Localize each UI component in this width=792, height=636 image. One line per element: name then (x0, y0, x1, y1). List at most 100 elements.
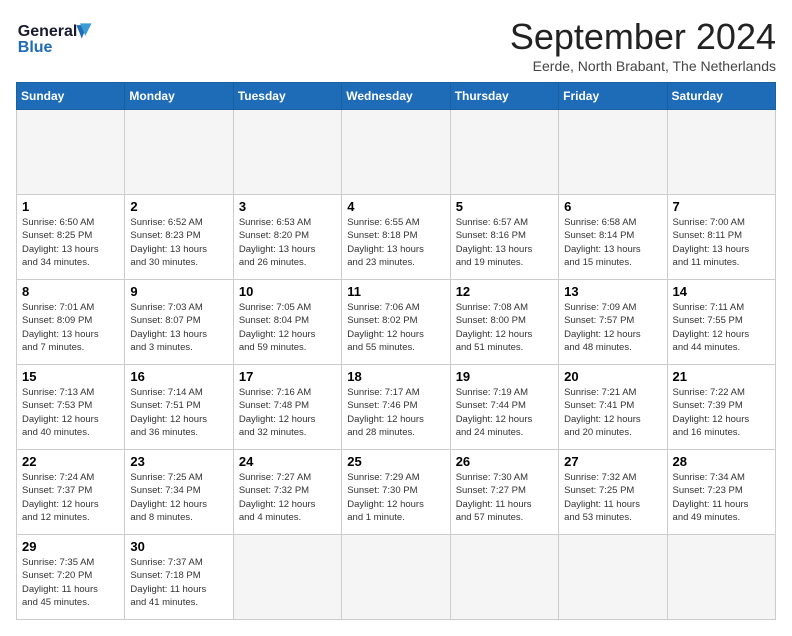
weekday-header-monday: Monday (125, 83, 233, 110)
day-info: Sunrise: 7:00 AM Sunset: 8:11 PM Dayligh… (673, 216, 770, 269)
calendar-cell: 26 Sunrise: 7:30 AM Sunset: 7:27 PM Dayli… (450, 450, 558, 535)
weekday-header-friday: Friday (559, 83, 667, 110)
calendar-cell (450, 535, 558, 620)
day-number: 1 (22, 199, 119, 214)
calendar-cell (233, 535, 341, 620)
day-info: Sunrise: 7:14 AM Sunset: 7:51 PM Dayligh… (130, 386, 227, 439)
page-header: General Blue September 2024 Eerde, North… (16, 16, 776, 74)
calendar-cell: 14 Sunrise: 7:11 AM Sunset: 7:55 PM Dayli… (667, 280, 775, 365)
week-row-2: 1 Sunrise: 6:50 AM Sunset: 8:25 PM Daylig… (17, 195, 776, 280)
day-number: 17 (239, 369, 336, 384)
calendar-cell: 30 Sunrise: 7:37 AM Sunset: 7:18 PM Dayli… (125, 535, 233, 620)
title-block: September 2024 Eerde, North Brabant, The… (510, 16, 776, 74)
day-info: Sunrise: 7:01 AM Sunset: 8:09 PM Dayligh… (22, 301, 119, 354)
day-info: Sunrise: 7:32 AM Sunset: 7:25 PM Dayligh… (564, 471, 661, 524)
day-info: Sunrise: 7:11 AM Sunset: 7:55 PM Dayligh… (673, 301, 770, 354)
day-number: 11 (347, 284, 444, 299)
calendar-cell: 18Sunrise: 7:17 AM Sunset: 7:46 PM Dayli… (342, 365, 450, 450)
day-info: Sunrise: 7:29 AM Sunset: 7:30 PM Dayligh… (347, 471, 444, 524)
weekday-header-tuesday: Tuesday (233, 83, 341, 110)
day-info: Sunrise: 6:55 AM Sunset: 8:18 PM Dayligh… (347, 216, 444, 269)
weekday-header-wednesday: Wednesday (342, 83, 450, 110)
day-info: Sunrise: 7:05 AM Sunset: 8:04 PM Dayligh… (239, 301, 336, 354)
day-info: Sunrise: 7:24 AM Sunset: 7:37 PM Dayligh… (22, 471, 119, 524)
day-info: Sunrise: 7:17 AM Sunset: 7:46 PM Dayligh… (347, 386, 444, 439)
week-row-5: 22 Sunrise: 7:24 AM Sunset: 7:37 PM Dayli… (17, 450, 776, 535)
day-number: 30 (130, 539, 227, 554)
day-number: 6 (564, 199, 661, 214)
day-number: 3 (239, 199, 336, 214)
day-number: 26 (456, 454, 553, 469)
calendar-cell: 28 Sunrise: 7:34 AM Sunset: 7:23 PM Dayli… (667, 450, 775, 535)
logo: General Blue (16, 16, 96, 61)
calendar-cell (559, 535, 667, 620)
day-info: Sunrise: 7:30 AM Sunset: 7:27 PM Dayligh… (456, 471, 553, 524)
calendar-cell: 29 Sunrise: 7:35 AM Sunset: 7:20 PM Dayli… (17, 535, 125, 620)
day-info: Sunrise: 6:57 AM Sunset: 8:16 PM Dayligh… (456, 216, 553, 269)
calendar-cell (559, 110, 667, 195)
day-number: 13 (564, 284, 661, 299)
calendar-cell (17, 110, 125, 195)
day-number: 10 (239, 284, 336, 299)
calendar-cell: 10 Sunrise: 7:05 AM Sunset: 8:04 PM Dayli… (233, 280, 341, 365)
calendar-cell: 2 Sunrise: 6:52 AM Sunset: 8:23 PM Daylig… (125, 195, 233, 280)
day-number: 25 (347, 454, 444, 469)
calendar-cell: 16 Sunrise: 7:14 AM Sunset: 7:51 PM Dayli… (125, 365, 233, 450)
calendar-cell: 11Sunrise: 7:06 AM Sunset: 8:02 PM Dayli… (342, 280, 450, 365)
logo-icon: General Blue (16, 16, 96, 61)
day-number: 7 (673, 199, 770, 214)
day-number: 9 (130, 284, 227, 299)
week-row-4: 15Sunrise: 7:13 AM Sunset: 7:53 PM Dayli… (17, 365, 776, 450)
day-number: 8 (22, 284, 119, 299)
weekday-header-row: SundayMondayTuesdayWednesdayThursdayFrid… (17, 83, 776, 110)
weekday-header-thursday: Thursday (450, 83, 558, 110)
day-info: Sunrise: 7:35 AM Sunset: 7:20 PM Dayligh… (22, 556, 119, 609)
day-info: Sunrise: 7:21 AM Sunset: 7:41 PM Dayligh… (564, 386, 661, 439)
calendar-cell (667, 110, 775, 195)
calendar-cell: 22 Sunrise: 7:24 AM Sunset: 7:37 PM Dayli… (17, 450, 125, 535)
day-number: 29 (22, 539, 119, 554)
calendar-cell: 8 Sunrise: 7:01 AM Sunset: 8:09 PM Daylig… (17, 280, 125, 365)
calendar-cell: 19Sunrise: 7:19 AM Sunset: 7:44 PM Dayli… (450, 365, 558, 450)
calendar-table: SundayMondayTuesdayWednesdayThursdayFrid… (16, 82, 776, 620)
day-number: 2 (130, 199, 227, 214)
calendar-cell: 9Sunrise: 7:03 AM Sunset: 8:07 PM Daylig… (125, 280, 233, 365)
day-number: 16 (130, 369, 227, 384)
calendar-cell: 24Sunrise: 7:27 AM Sunset: 7:32 PM Dayli… (233, 450, 341, 535)
calendar-cell: 5Sunrise: 6:57 AM Sunset: 8:16 PM Daylig… (450, 195, 558, 280)
calendar-cell: 4 Sunrise: 6:55 AM Sunset: 8:18 PM Daylig… (342, 195, 450, 280)
day-number: 19 (456, 369, 553, 384)
day-number: 14 (673, 284, 770, 299)
day-info: Sunrise: 6:50 AM Sunset: 8:25 PM Dayligh… (22, 216, 119, 269)
calendar-cell: 25 Sunrise: 7:29 AM Sunset: 7:30 PM Dayli… (342, 450, 450, 535)
day-number: 22 (22, 454, 119, 469)
calendar-cell (342, 535, 450, 620)
calendar-cell (667, 535, 775, 620)
day-info: Sunrise: 7:16 AM Sunset: 7:48 PM Dayligh… (239, 386, 336, 439)
day-info: Sunrise: 7:37 AM Sunset: 7:18 PM Dayligh… (130, 556, 227, 609)
day-info: Sunrise: 6:53 AM Sunset: 8:20 PM Dayligh… (239, 216, 336, 269)
calendar-cell: 15Sunrise: 7:13 AM Sunset: 7:53 PM Dayli… (17, 365, 125, 450)
calendar-cell: 12Sunrise: 7:08 AM Sunset: 8:00 PM Dayli… (450, 280, 558, 365)
day-number: 12 (456, 284, 553, 299)
location: Eerde, North Brabant, The Netherlands (510, 58, 776, 74)
day-info: Sunrise: 7:34 AM Sunset: 7:23 PM Dayligh… (673, 471, 770, 524)
week-row-1 (17, 110, 776, 195)
day-number: 4 (347, 199, 444, 214)
month-title: September 2024 (510, 16, 776, 58)
day-number: 28 (673, 454, 770, 469)
day-info: Sunrise: 6:52 AM Sunset: 8:23 PM Dayligh… (130, 216, 227, 269)
calendar-cell: 21Sunrise: 7:22 AM Sunset: 7:39 PM Dayli… (667, 365, 775, 450)
calendar-cell: 1 Sunrise: 6:50 AM Sunset: 8:25 PM Daylig… (17, 195, 125, 280)
day-info: Sunrise: 6:58 AM Sunset: 8:14 PM Dayligh… (564, 216, 661, 269)
day-number: 24 (239, 454, 336, 469)
day-number: 27 (564, 454, 661, 469)
week-row-3: 8 Sunrise: 7:01 AM Sunset: 8:09 PM Daylig… (17, 280, 776, 365)
day-number: 20 (564, 369, 661, 384)
calendar-cell (233, 110, 341, 195)
day-info: Sunrise: 7:09 AM Sunset: 7:57 PM Dayligh… (564, 301, 661, 354)
calendar-cell (450, 110, 558, 195)
day-number: 15 (22, 369, 119, 384)
svg-text:Blue: Blue (18, 39, 53, 56)
day-number: 21 (673, 369, 770, 384)
